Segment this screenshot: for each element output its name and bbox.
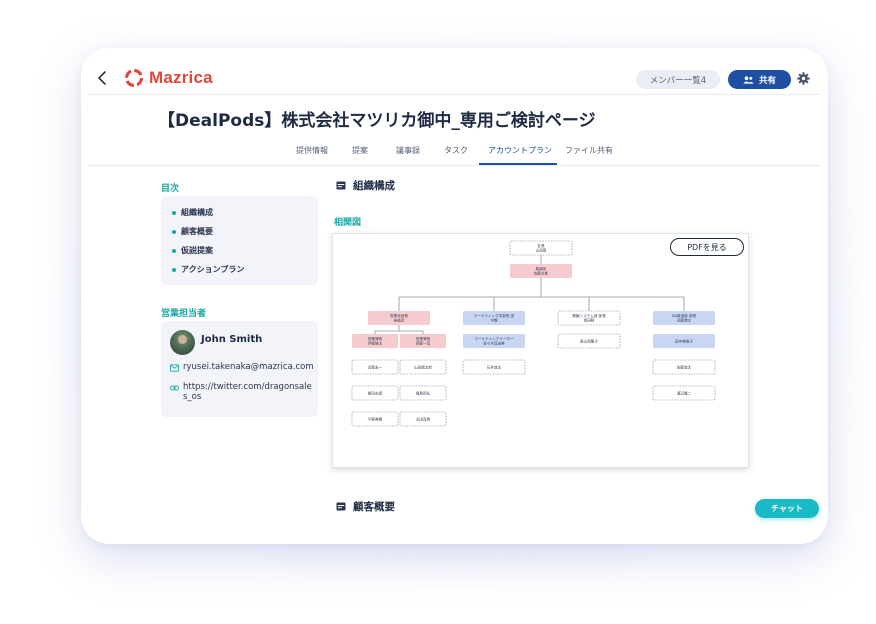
toc-item-label: 顧客概要	[181, 227, 213, 236]
org-node-s4[interactable]: 福島和弘	[399, 385, 447, 401]
back-chevron-icon[interactable]	[96, 70, 110, 86]
org-node-text: 福島和弘	[416, 390, 431, 395]
sales-rep-link[interactable]: https://twitter.com/dragonsales_os	[183, 382, 313, 402]
users-icon	[743, 75, 754, 84]
tab-bar: 提供情報 提案 議事録 タスク アカウントプラン ファイル共有	[81, 144, 828, 166]
section-title-org: 組織構成	[353, 180, 395, 192]
sales-rep-card: John Smith ryusei.takenaka@mazrica.com h…	[161, 321, 318, 417]
page-title: 【DealPods】株式会社マツリカ御中_専用ご検討ページ	[158, 111, 596, 131]
org-node-text: 飯田志保	[368, 390, 383, 395]
avatar	[170, 330, 195, 355]
toc-item[interactable]: 仮説提案	[172, 245, 213, 256]
view-pdf-button[interactable]: PDFを見る	[670, 238, 744, 256]
org-node-d3[interactable]: 渡辺隆二	[652, 385, 716, 401]
members-list-button[interactable]: メンバー一覧4	[636, 70, 720, 89]
tabs-divider	[88, 165, 821, 166]
mazrica-logo-icon	[124, 68, 144, 88]
org-node-text: 伊藤雄太	[368, 341, 383, 346]
org-node-dx_member1[interactable]: 田中美香子	[653, 334, 715, 348]
org-node-text: 取締役	[536, 266, 547, 271]
bullet-icon	[172, 229, 176, 234]
org-node-text: 営業本部長	[390, 313, 408, 318]
toc-item[interactable]: アクションプラン	[172, 264, 244, 275]
org-node-d2[interactable]: 佐藤悠太	[652, 359, 716, 375]
org-node-text: 石井悠太	[487, 364, 502, 369]
org-node-text: 渡辺隆二	[677, 390, 692, 395]
mail-icon	[170, 364, 179, 372]
org-node-s2[interactable]: 山田健太郎	[399, 359, 447, 375]
org-node-text: 佐藤太郎	[534, 271, 549, 276]
toc-item-label: 組織構成	[181, 208, 213, 217]
toc-panel: 組織構成 顧客概要 仮説提案 アクションプラン	[161, 196, 318, 285]
toc-item-label: アクションプラン	[181, 265, 245, 274]
sales-rep-name: John Smith	[201, 334, 263, 345]
org-node-mkt_leader[interactable]: マーケティングリーダー佐々木真由美	[463, 334, 525, 348]
share-button[interactable]: 共有	[728, 70, 791, 89]
toc-item[interactable]: 組織構成	[172, 207, 213, 218]
org-node-text: 営業課長	[416, 336, 431, 341]
org-node-director[interactable]: 取締役佐藤太郎	[510, 264, 572, 278]
org-node-text: 西田翔	[584, 318, 595, 323]
org-node-text: 社長	[537, 243, 545, 248]
org-node-text: 情報システム部 部長	[572, 313, 606, 318]
sales-rep-email[interactable]: ryusei.takenaka@mazrica.com	[183, 362, 314, 372]
org-chart: 社長山田尊取締役佐藤太郎営業本部長後藤武 マーケティング本部長 田中譲 情報システム…	[351, 240, 716, 427]
section-card-icon	[336, 502, 346, 511]
org-node-text: 近藤友一	[368, 364, 383, 369]
org-node-text: 太田真希	[416, 416, 431, 421]
org-node-it_member[interactable]: 森山和樹子	[557, 333, 621, 349]
gear-icon[interactable]	[797, 72, 810, 85]
org-node-marketing_head[interactable]: マーケティング本部長 田中譲	[463, 311, 525, 325]
org-node-it_head[interactable]: 情報システム部 部長西田翔	[557, 310, 621, 326]
section-title-customer: 顧客概要	[353, 501, 395, 513]
org-node-president[interactable]: 社長山田尊	[509, 240, 573, 256]
share-label: 共有	[758, 75, 776, 86]
org-node-s6[interactable]: 太田真希	[399, 411, 447, 427]
org-node-s3[interactable]: 飯田志保	[351, 385, 399, 401]
sales-rep-title: 営業担当者	[161, 309, 207, 319]
org-node-text: 森山和樹子	[580, 338, 598, 343]
org-node-dx_head[interactable]: DX推進部 部長近藤健太	[653, 311, 715, 325]
org-node-text: 中譲	[490, 318, 498, 323]
org-node-text: 山田健太郎	[414, 364, 432, 369]
org-node-sales_mgr2[interactable]: 営業課長斉藤一真	[400, 334, 446, 348]
org-node-text: 佐藤悠太	[677, 364, 692, 369]
org-node-text: 田中美香子	[675, 338, 693, 343]
org-node-text: DX推進部 部長	[672, 313, 697, 318]
org-node-s1[interactable]: 近藤友一	[351, 359, 399, 375]
tab-file-share[interactable]: ファイル共有	[565, 144, 613, 166]
tab-minutes[interactable]: 議事録	[396, 144, 420, 166]
org-node-text: 後藤武	[394, 318, 405, 323]
tab-tasks[interactable]: タスク	[444, 144, 468, 166]
tab-provided-info[interactable]: 提供情報	[296, 144, 328, 166]
toc-item[interactable]: 顧客概要	[172, 226, 213, 237]
app-window: Mazrica メンバー一覧4 共有 【DealPods】株式会社マツリカ御中_…	[81, 48, 828, 544]
org-node-text: マーケティングリーダー	[474, 336, 514, 341]
brand-logo[interactable]: Mazrica	[123, 67, 213, 89]
tab-proposal[interactable]: 提案	[352, 144, 368, 166]
org-node-m2[interactable]: 石井悠太	[462, 359, 526, 375]
org-node-text: 平野美穂	[368, 416, 383, 421]
section-card-icon	[336, 181, 346, 190]
toc-item-label: 仮説提案	[181, 246, 213, 255]
header-divider	[88, 94, 821, 95]
brand-name: Mazrica	[149, 68, 213, 87]
bullet-icon	[172, 267, 176, 272]
link-icon	[170, 385, 179, 391]
org-node-s5[interactable]: 平野美穂	[351, 411, 399, 427]
org-node-sales_head[interactable]: 営業本部長後藤武	[368, 311, 430, 325]
org-node-text: 山田尊	[536, 248, 547, 253]
org-node-text: マーケティング本部長 田	[474, 313, 515, 318]
org-node-text: 佐々木真由美	[483, 341, 505, 346]
org-chart-frame: 社長 山田尊取締役 佐藤太郎営業本部長 後藤武 マーケティング本部長 田中譲 情報システム…	[332, 233, 749, 468]
org-node-text: 営業課長	[368, 336, 383, 341]
toc-title: 目次	[161, 184, 180, 194]
bullet-icon	[172, 248, 176, 253]
chat-button[interactable]: チャット	[755, 499, 819, 518]
diagram-label: 相関図	[334, 218, 362, 228]
bullet-icon	[172, 210, 176, 215]
org-node-text: 近藤健太	[677, 318, 692, 323]
org-node-text: 斉藤一真	[416, 341, 431, 346]
org-node-sales_mgr1[interactable]: 営業課長伊藤雄太	[352, 334, 398, 348]
